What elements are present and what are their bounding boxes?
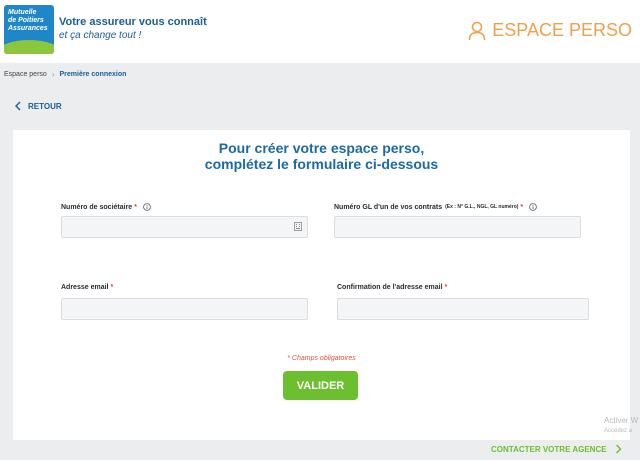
activation-watermark: Activer W Accédez a (604, 416, 639, 434)
espace-perso-link[interactable]: ESPACE PERSO (468, 20, 632, 41)
espace-perso-label: ESPACE PERSO (492, 20, 632, 40)
email-label: Adresse email * (61, 284, 114, 291)
keypad-icon[interactable] (294, 222, 302, 231)
breadcrumb: Espace perso › Première connexion (4, 70, 126, 79)
user-icon (468, 21, 486, 40)
required-mark: * (134, 203, 137, 211)
tagline-sub: et ça change tout ! (59, 30, 142, 41)
required-mark: * (444, 284, 448, 291)
member-number-label: Numéro de sociétaire * (61, 203, 151, 211)
breadcrumb-item-espace-perso[interactable]: Espace perso (4, 71, 47, 78)
contact-agency-label: CONTACTER VOTRE AGENCE (491, 444, 607, 454)
submit-button[interactable]: VALIDER (283, 371, 358, 400)
member-number-input[interactable] (61, 216, 308, 238)
logo-wave (4, 40, 54, 54)
email-confirm-input[interactable] (337, 298, 589, 320)
breadcrumb-item-current: Première connexion (59, 71, 127, 78)
form-title: Pour créer votre espace perso, complétez… (204, 140, 439, 172)
brand-logo[interactable]: Mutuelle de Poitiers Assurances (4, 5, 54, 54)
chevron-left-icon (15, 101, 21, 111)
signup-form-card: Pour créer votre espace perso, complétez… (13, 130, 630, 440)
contract-number-label: Numéro GL d'un de vos contrats (Ex : N° … (334, 203, 537, 211)
email-confirm-label: Confirmation de l'adresse email * (337, 284, 448, 291)
info-icon[interactable] (529, 203, 537, 211)
email-input[interactable] (61, 298, 308, 320)
contact-agency-link[interactable]: CONTACTER VOTRE AGENCE (491, 444, 622, 454)
required-mark: * (520, 203, 524, 211)
required-fields-note: * Champs obligatoires (287, 355, 356, 362)
chevron-right-icon: › (51, 70, 55, 79)
chevron-right-icon (615, 444, 622, 454)
tagline-main: Votre assureur vous connaît (59, 16, 207, 28)
required-mark: * (110, 284, 114, 291)
back-label: RETOUR (28, 101, 62, 111)
info-icon[interactable] (143, 203, 151, 211)
logo-text: Mutuelle de Poitiers Assurances (8, 9, 48, 32)
site-header: Mutuelle de Poitiers Assurances Votre as… (0, 0, 640, 63)
contract-number-hint: (Ex : N° G.L., NGL, GL numéro) (445, 204, 519, 210)
contract-number-input[interactable] (334, 216, 581, 238)
back-button[interactable]: RETOUR (14, 101, 62, 111)
